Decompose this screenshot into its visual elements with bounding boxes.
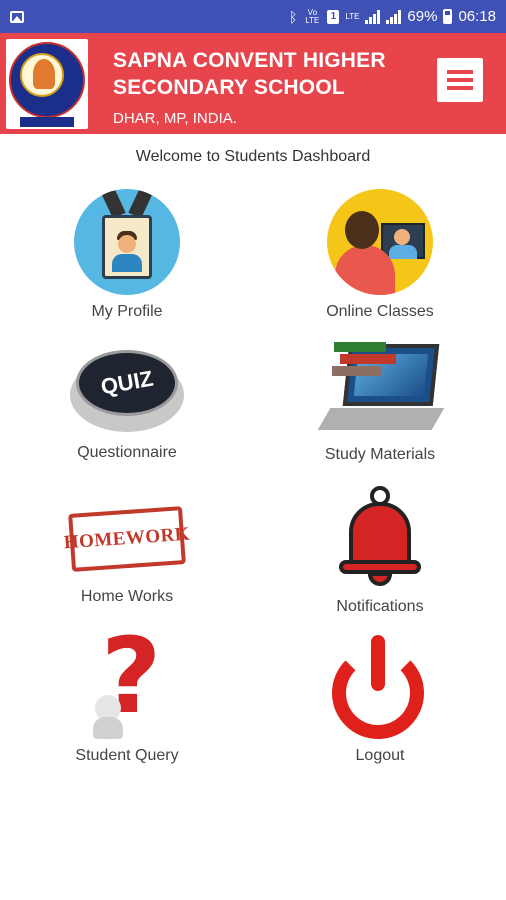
signal-icon (365, 9, 381, 24)
question-mark-icon: ? (87, 621, 167, 739)
student-query-tile[interactable]: ? Student Query (37, 621, 217, 765)
hamburger-icon (447, 70, 473, 74)
notifications-label: Notifications (336, 598, 424, 615)
logout-tile[interactable]: Logout (290, 635, 470, 765)
homework-stamp-icon: HOMEWORK (63, 506, 191, 572)
study-materials-label: Study Materials (324, 446, 436, 463)
school-location: DHAR, MP, INDIA. (113, 110, 237, 127)
online-classes-tile[interactable]: Online Classes (290, 189, 470, 321)
my-profile-label: My Profile (91, 303, 163, 320)
battery-percent: 69% (407, 8, 438, 25)
bell-icon (335, 486, 425, 590)
homework-stamp-text: HOMEWORK (63, 523, 191, 554)
study-materials-tile[interactable]: Study Materials (290, 338, 470, 464)
sim-badge: 1 (327, 9, 340, 24)
battery-icon (443, 9, 453, 24)
questionnaire-label: Questionnaire (77, 444, 177, 461)
id-badge-icon (74, 189, 180, 295)
school-name: SAPNA CONVENT HIGHER SECONDARY SCHOOL (113, 49, 386, 99)
clock: 06:18 (458, 8, 496, 25)
bluetooth-icon: ᛒ (288, 8, 298, 25)
home-works-tile[interactable]: HOMEWORK Home Works (37, 490, 217, 606)
online-classes-label: Online Classes (326, 303, 434, 320)
signal-2-icon (386, 9, 402, 24)
volte-indicator: Vo LTE (305, 7, 320, 25)
welcome-text: Welcome to Students Dashboard (135, 148, 371, 165)
quiz-button-icon: QUIZ (68, 344, 186, 436)
school-logo (6, 39, 88, 129)
home-works-label: Home Works (80, 588, 174, 605)
app-header: SAPNA CONVENT HIGHER SECONDARY SCHOOL DH… (0, 33, 506, 134)
lte-indicator: LTE (345, 11, 360, 21)
video-call-icon (327, 189, 433, 295)
logout-label: Logout (355, 747, 405, 764)
student-query-label: Student Query (75, 747, 179, 764)
my-profile-tile[interactable]: My Profile (37, 189, 217, 321)
hamburger-menu-button[interactable] (437, 58, 483, 102)
laptop-books-icon (317, 338, 445, 438)
status-bar: ᛒ Vo LTE 1 LTE 69% 06:18 (0, 0, 506, 33)
power-icon (332, 635, 428, 739)
notifications-tile[interactable]: Notifications (290, 486, 470, 616)
questionnaire-tile[interactable]: QUIZ Questionnaire (37, 344, 217, 462)
gallery-notification-icon (10, 10, 24, 23)
